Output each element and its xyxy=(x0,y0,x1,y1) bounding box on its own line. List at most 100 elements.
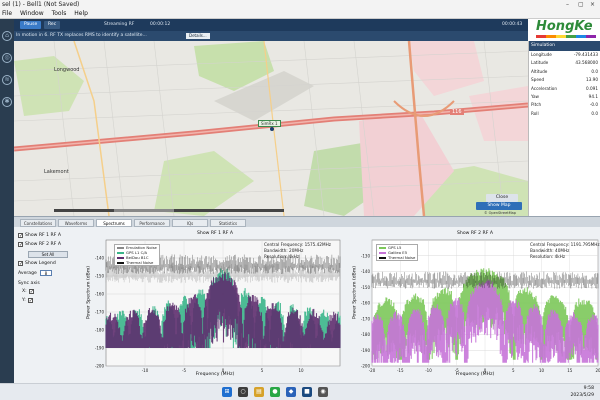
system-clock[interactable]: 9:58 2023/5/29 xyxy=(570,385,594,399)
details-button[interactable]: Details... xyxy=(186,33,210,39)
minimize-icon[interactable]: – xyxy=(566,0,569,9)
logo-color-strip xyxy=(536,35,596,38)
chart-legend: GPS L5 Galileo E5 Thermal Noise xyxy=(376,244,419,261)
start-icon[interactable]: ⊞ xyxy=(222,387,232,397)
checkbox-icon[interactable] xyxy=(27,298,33,303)
checkbox-icon[interactable] xyxy=(18,261,23,266)
menu-file[interactable]: File xyxy=(2,10,12,17)
settings-icon[interactable]: ✱ xyxy=(2,97,12,107)
legend-label: Thermal Noise xyxy=(126,260,154,265)
legend-swatch xyxy=(117,257,124,259)
close-icon[interactable]: × xyxy=(590,0,595,9)
simulation-row: Roll 0.0 xyxy=(529,110,600,118)
checkbox-icon[interactable] xyxy=(18,233,23,238)
spectrum-chart-rf2: -130 -140 -150 -160 -170 -180 -190 -200 -20 -15 -1… xyxy=(350,230,600,382)
y-tick-label: -190 xyxy=(361,348,371,353)
simulation-value: -0.0 xyxy=(589,102,598,108)
y-tick-label: -160 xyxy=(361,301,371,306)
legend-entry: Thermal Noise xyxy=(379,255,415,260)
pause-button[interactable]: Pause xyxy=(20,21,42,29)
signal-icon[interactable]: ≋ xyxy=(2,75,12,85)
chart-legend: Emulation Noise GPS L1 C/A BeiDou B1C Therm… xyxy=(114,244,160,266)
set-all-button[interactable]: Set All xyxy=(28,251,68,258)
show-rf2-checkbox[interactable]: Show RF 2 RF A xyxy=(18,242,61,247)
bell1-icon[interactable]: ■ xyxy=(302,387,312,397)
sync-y-checkbox[interactable]: Y: xyxy=(22,298,33,303)
tab-performance[interactable]: Performance xyxy=(134,219,170,227)
simulation-title: Simulation xyxy=(529,41,600,51)
search-icon[interactable]: ○ xyxy=(238,387,248,397)
stat-resolution: Resolution: 4kHz xyxy=(530,254,566,259)
checkbox-icon[interactable] xyxy=(28,289,34,294)
legend-swatch xyxy=(379,257,386,259)
files-icon[interactable]: ▤ xyxy=(254,387,264,397)
map-label-city: Longwood xyxy=(54,67,80,73)
vehicle-label: SimRx 1 xyxy=(258,120,281,127)
sync-axis-label: Sync axis xyxy=(18,281,40,286)
home-icon[interactable]: ⌂ xyxy=(2,31,12,41)
y-tick-label: -160 xyxy=(95,292,105,297)
x-axis-label: Frequency (MHz) xyxy=(195,372,235,377)
mode-text: Streaming RF xyxy=(104,22,135,27)
globe-icon[interactable]: ◎ xyxy=(2,53,12,63)
simulation-key: Acceleration xyxy=(531,85,558,91)
tab-statistics[interactable]: Statistics xyxy=(210,219,246,227)
tab-waveforms[interactable]: Waveforms xyxy=(58,219,94,227)
simulation-row: Pitch -0.0 xyxy=(529,101,600,109)
sync-x-checkbox[interactable]: X: xyxy=(22,289,34,294)
simulation-value: -79.431433 xyxy=(573,52,598,57)
taskbar: 9:58 2023/5/29 ⊞ ○ ▤ ● ◆ ■ ◉ xyxy=(0,383,600,400)
map-view[interactable]: Longwood Lakemont 116 SimRx 1 Close Show… xyxy=(14,41,528,216)
simulation-key: Latitude xyxy=(531,60,549,66)
y-tick-label: -140 xyxy=(95,256,105,261)
tab-bar: Constellations Waveforms Spectrums Performa… xyxy=(14,216,600,227)
camera-icon[interactable]: ◉ xyxy=(318,387,328,397)
legend-entry: Thermal Noise xyxy=(117,260,157,265)
logo-color-segment xyxy=(566,35,576,38)
simulation-row: Yaw 94.1 xyxy=(529,93,600,101)
clock-time: 9:58 xyxy=(583,386,594,391)
show-rf1-checkbox[interactable]: Show RF 1 RF A xyxy=(18,233,61,238)
average-spinbox[interactable]: 8 xyxy=(39,270,52,276)
y-axis-label: Power Spectrum (dBm) xyxy=(352,265,358,320)
menu-bar: File Window Tools Help xyxy=(0,9,600,19)
simulation-value: 0.091 xyxy=(586,85,598,91)
simulation-value: 13.90 xyxy=(586,77,598,83)
simulation-row: Longitude -79.431433 xyxy=(529,51,600,59)
simulation-value: 43.568000 xyxy=(575,60,598,66)
y-tick-label: -190 xyxy=(95,346,105,351)
app-icon[interactable]: ◆ xyxy=(286,387,296,397)
legend-swatch xyxy=(379,252,386,254)
tab-iqs[interactable]: IQs xyxy=(172,219,208,227)
legend-swatch xyxy=(117,247,124,249)
chart-title: Show RF 1 RF A xyxy=(197,231,233,236)
simulation-row: Acceleration 0.091 xyxy=(529,85,600,93)
legend-swatch xyxy=(117,262,124,264)
chart-stats: Central Frequency: 1575.42MHz Bandwidth:… xyxy=(264,242,331,260)
info-message: In motion in 6. RF TX replaces RMS to id… xyxy=(16,33,147,38)
sync-x-label: X: xyxy=(22,289,27,294)
map-close-button[interactable]: Close xyxy=(486,194,518,202)
spectrum-chart-rf1: -140 -150 -160 -170 -180 -190 -200 -10 -5 0 5 10 Sh… xyxy=(84,230,346,382)
chat-icon[interactable]: ● xyxy=(270,387,280,397)
menu-window[interactable]: Window xyxy=(20,10,44,17)
menu-tools[interactable]: Tools xyxy=(52,10,67,17)
simulation-value: 0.0 xyxy=(591,110,598,116)
app-window: { "window": {"title": "sel (1) - Bell1 (… xyxy=(0,0,600,400)
show-map-button[interactable]: Show Map xyxy=(476,202,522,210)
toolbar: Pause Rec Streaming RF 00:00:12 00:00:43 xyxy=(14,19,600,31)
x-axis-label: Frequency (MHz) xyxy=(455,372,495,377)
maximize-icon[interactable]: ▢ xyxy=(578,0,584,9)
tab-spectrums[interactable]: Spectrums xyxy=(96,219,132,227)
chart-title: Show RF 2 RF A xyxy=(457,231,493,236)
tab-constellations[interactable]: Constellations xyxy=(20,219,56,227)
simulation-key: Pitch xyxy=(531,102,542,108)
checkbox-icon[interactable] xyxy=(18,242,23,247)
simulation-key: Roll xyxy=(531,110,539,116)
rec-button[interactable]: Rec xyxy=(44,21,61,29)
simulation-key: Speed xyxy=(531,77,545,83)
show-legend-checkbox[interactable]: Show Legend xyxy=(18,261,56,266)
simulation-key: Altitude xyxy=(531,68,548,74)
menu-help[interactable]: Help xyxy=(74,10,88,17)
simulation-row: Altitude 0.0 xyxy=(529,68,600,76)
